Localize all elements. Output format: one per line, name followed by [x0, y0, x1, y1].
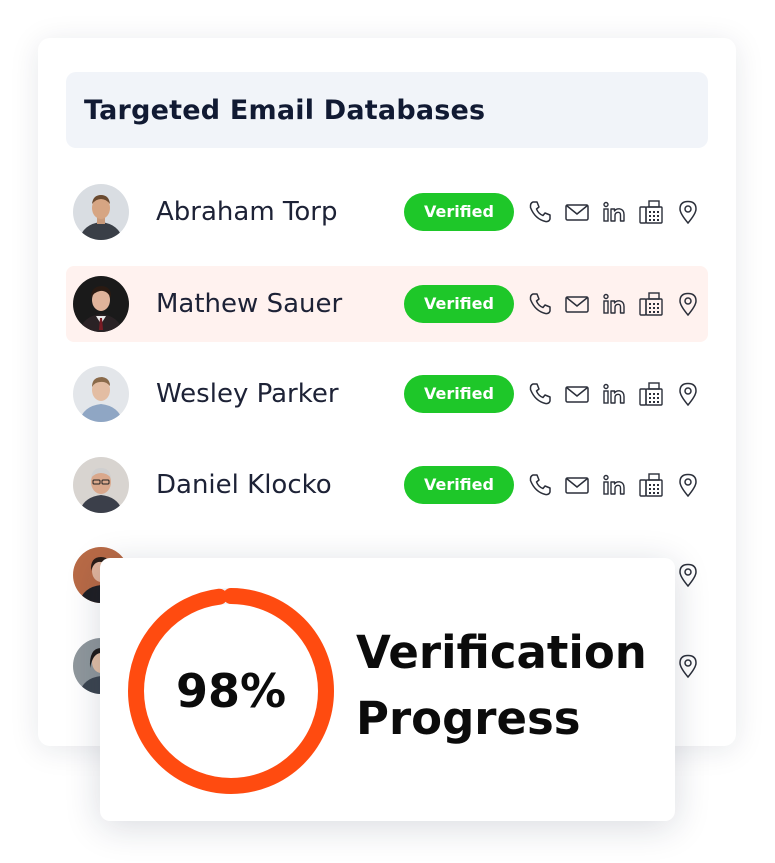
progress-label-line1: Verification [356, 626, 647, 679]
phone-icon[interactable] [526, 290, 554, 318]
verified-badge: Verified [404, 285, 514, 323]
verification-progress-card: 98% Verification Progress [100, 558, 675, 821]
avatar [73, 276, 129, 332]
progress-label: Verification Progress [356, 620, 666, 752]
linkedin-icon[interactable] [600, 198, 628, 226]
location-icon[interactable] [674, 561, 702, 589]
location-icon[interactable] [674, 471, 702, 499]
card-header: Targeted Email Databases [66, 72, 708, 148]
card-title: Targeted Email Databases [84, 94, 486, 126]
location-icon[interactable] [674, 198, 702, 226]
contact-row[interactable]: Mathew Sauer Verified [66, 266, 708, 342]
contact-name: Wesley Parker [156, 379, 339, 409]
contact-name: Mathew Sauer [156, 289, 343, 319]
verified-badge: Verified [404, 193, 514, 231]
contact-name: Abraham Torp [156, 197, 338, 227]
linkedin-icon[interactable] [600, 380, 628, 408]
phone-icon[interactable] [526, 198, 554, 226]
avatar [73, 184, 129, 240]
location-icon[interactable] [674, 652, 702, 680]
progress-label-line2: Progress [356, 692, 581, 745]
phone-icon[interactable] [526, 380, 554, 408]
contact-row[interactable]: Abraham Torp Verified [66, 174, 708, 250]
linkedin-icon[interactable] [600, 290, 628, 318]
location-icon[interactable] [674, 290, 702, 318]
avatar [73, 457, 129, 513]
progress-percent: 98% [175, 664, 287, 718]
avatar [73, 366, 129, 422]
email-icon[interactable] [563, 198, 591, 226]
email-icon[interactable] [563, 290, 591, 318]
contact-row[interactable]: Wesley Parker Verified [66, 356, 708, 432]
verified-badge: Verified [404, 466, 514, 504]
fax-icon[interactable] [637, 471, 665, 499]
location-icon[interactable] [674, 380, 702, 408]
fax-icon[interactable] [637, 380, 665, 408]
fax-icon[interactable] [637, 290, 665, 318]
email-icon[interactable] [563, 471, 591, 499]
email-icon[interactable] [563, 380, 591, 408]
phone-icon[interactable] [526, 471, 554, 499]
verified-badge: Verified [404, 375, 514, 413]
fax-icon[interactable] [637, 198, 665, 226]
contact-row[interactable]: Daniel Klocko Verified [66, 447, 708, 523]
contact-name: Daniel Klocko [156, 470, 332, 500]
linkedin-icon[interactable] [600, 471, 628, 499]
